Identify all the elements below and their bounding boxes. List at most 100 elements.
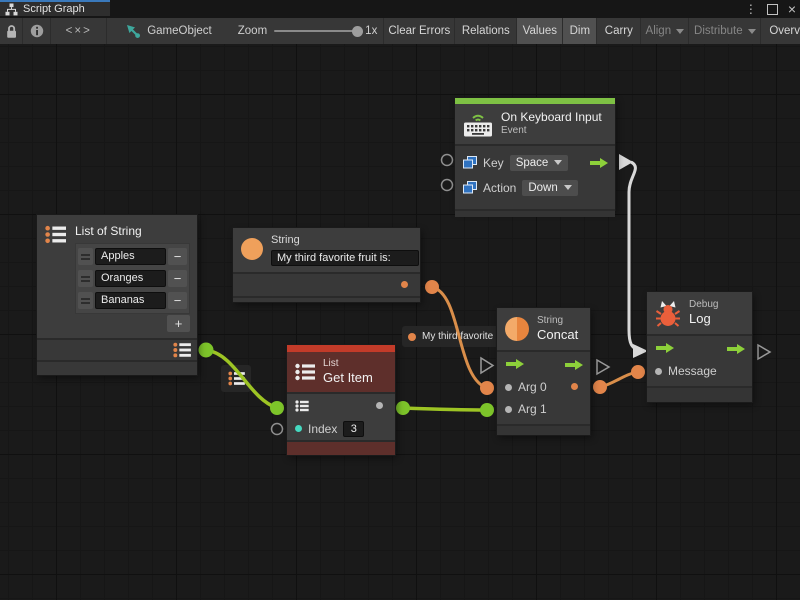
action-row: Action Down	[455, 176, 615, 199]
key-dropdown[interactable]: Space	[510, 155, 569, 171]
list-icon	[295, 400, 309, 412]
port-list-output[interactable]	[199, 343, 214, 358]
window-controls: ⋮ ×	[745, 0, 796, 18]
wire-getitem-to-concat[interactable]	[403, 408, 487, 410]
node-footer	[497, 424, 590, 435]
remove-item-button[interactable]: −	[168, 248, 187, 265]
node-title: Concat	[537, 327, 578, 343]
node-footer	[455, 209, 615, 217]
port-concat-result-output[interactable]	[593, 380, 607, 394]
flow-arrow-icon[interactable]	[564, 359, 584, 374]
drag-handle-icon[interactable]	[78, 248, 93, 265]
port-keyboard-key-input[interactable]	[442, 155, 453, 166]
key-label: Key	[483, 156, 504, 170]
port-concat-arg0-input[interactable]	[480, 381, 494, 395]
chevron-down-icon	[748, 29, 756, 34]
graph-owner-gameobject[interactable]: GameObject	[115, 18, 222, 44]
input-dot	[505, 384, 512, 391]
add-item-button[interactable]: +	[167, 315, 190, 332]
dim-toggle-button[interactable]: Dim	[563, 18, 597, 44]
list-editor: Apples − Oranges − Bananas −	[75, 243, 190, 314]
remove-item-button[interactable]: −	[168, 270, 187, 287]
unity-visual-scripting-window: Script Graph ⋮ × <×>	[0, 0, 800, 600]
overview-button[interactable]: Overv	[761, 18, 800, 44]
list-icon	[295, 363, 315, 381]
remove-item-button[interactable]: −	[168, 292, 187, 309]
flow-output-port-log[interactable]	[758, 345, 770, 359]
node-body: Index 3	[287, 392, 395, 440]
flow-input-port-log[interactable]	[633, 344, 648, 358]
output-dot	[401, 281, 408, 288]
wire-keyboard-to-log[interactable]	[629, 162, 642, 351]
relations-button[interactable]: Relations	[455, 18, 517, 44]
tab-script-graph[interactable]: Script Graph	[0, 0, 110, 16]
values-toggle-button[interactable]: Values	[517, 18, 563, 44]
zoom-slider-knob[interactable]	[352, 26, 363, 37]
error-accent-strip	[287, 345, 395, 352]
clear-errors-button[interactable]: Clear Errors	[383, 18, 455, 44]
kebab-menu-icon[interactable]: ⋮	[745, 3, 757, 15]
distribute-dropdown-button[interactable]: Distribute	[689, 18, 761, 44]
flow-arrow-icon[interactable]	[726, 343, 746, 358]
node-title: String	[271, 234, 419, 248]
list-icon	[45, 225, 66, 244]
index-input[interactable]: 3	[343, 421, 364, 437]
port-keyboard-action-input[interactable]	[442, 180, 453, 191]
message-row: Message	[647, 360, 752, 382]
lock-button[interactable]	[0, 18, 23, 44]
flow-input-port-concat[interactable]	[481, 358, 493, 373]
node-body: Arg 0 Arg 1	[497, 350, 590, 424]
graph-canvas[interactable]: My third favorite fr..	[0, 44, 800, 600]
string-type-icon	[241, 238, 263, 260]
port-string-output[interactable]	[425, 280, 439, 294]
node-category: List	[323, 358, 373, 371]
flow-arrow-icon[interactable]	[589, 157, 609, 172]
node-concat[interactable]: String Concat Arg 0	[497, 308, 590, 435]
wire-string-to-concat[interactable]	[432, 287, 487, 388]
wire-list-to-getitem[interactable]	[206, 350, 277, 408]
drag-handle-icon[interactable]	[78, 270, 93, 287]
code-visibility-button[interactable]: <×>	[51, 18, 107, 44]
result-dot	[571, 383, 578, 390]
flow-output-port-keyboard[interactable]	[619, 154, 633, 170]
tab-bar: Script Graph ⋮ ×	[0, 0, 800, 18]
index-row: Index 3	[287, 417, 395, 440]
flow-arrow-icon[interactable]	[505, 358, 525, 373]
node-header: On Keyboard Input Event	[455, 104, 615, 144]
action-dropdown[interactable]: Down	[522, 180, 577, 196]
list-item-input[interactable]: Apples	[95, 248, 166, 265]
list-item-input[interactable]: Bananas	[95, 292, 166, 309]
graph-toolbar: <×> GameObject Zoom 1x Clear Errors Rela…	[0, 18, 800, 45]
node-category: String	[537, 315, 578, 328]
carry-button[interactable]: Carry	[597, 18, 641, 44]
string-value-input[interactable]: My third favorite fruit is:	[271, 250, 419, 266]
action-label: Action	[483, 181, 516, 195]
node-debug-log[interactable]: Debug Log Message	[647, 292, 752, 402]
port-concat-arg1-input[interactable]	[480, 403, 494, 417]
node-title: List of String	[75, 224, 142, 239]
info-button[interactable]	[23, 18, 51, 44]
list-icon	[173, 342, 191, 358]
close-icon[interactable]: ×	[788, 2, 796, 16]
port-getitem-output[interactable]	[396, 401, 410, 415]
node-category: Debug	[689, 299, 718, 312]
port-log-message-input[interactable]	[631, 365, 645, 379]
list-input-row	[287, 394, 395, 417]
node-on-keyboard-input[interactable]: On Keyboard Input Event Key Space	[455, 98, 615, 210]
zoom-slider[interactable]	[274, 30, 358, 32]
port-getitem-index-input[interactable]	[272, 424, 283, 435]
input-dot	[505, 406, 512, 413]
node-string-literal[interactable]: String My third favorite fruit is:	[233, 228, 420, 302]
port-getitem-list-input[interactable]	[270, 401, 284, 415]
align-dropdown-button[interactable]: Align	[641, 18, 689, 44]
flow-output-port-concat[interactable]	[597, 360, 609, 374]
list-item-row: Oranges −	[78, 268, 187, 289]
drag-handle-icon[interactable]	[78, 292, 93, 309]
maximize-icon[interactable]	[767, 4, 778, 15]
key-row: Key Space	[455, 151, 615, 174]
flow-arrow-icon[interactable]	[655, 342, 675, 357]
node-category: Event	[501, 125, 602, 138]
node-get-item[interactable]: List Get Item Index 3	[287, 345, 395, 455]
node-list-of-string[interactable]: List of String Apples − Oranges − Ban	[37, 215, 197, 375]
list-item-input[interactable]: Oranges	[95, 270, 166, 287]
